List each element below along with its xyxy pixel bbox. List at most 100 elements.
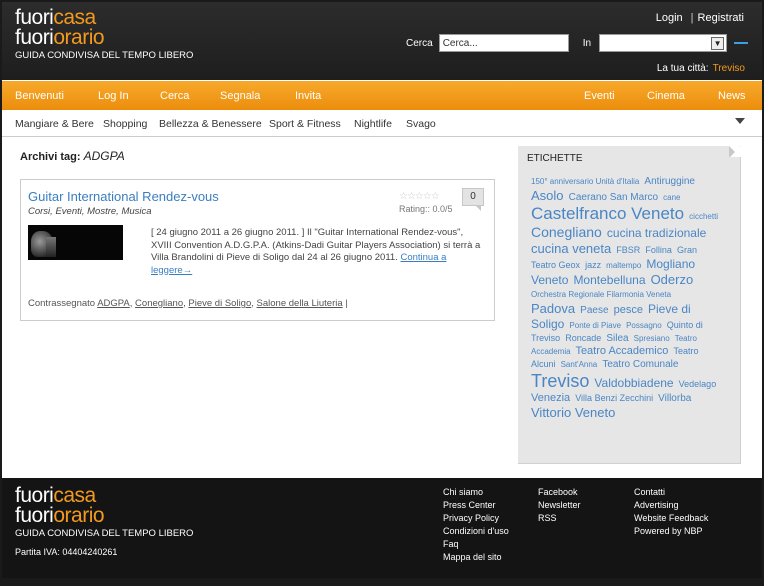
- post-rating: ☆☆☆☆☆ Rating:: 0.0/5: [399, 191, 453, 214]
- tag-cloud-link[interactable]: Venezia: [531, 392, 570, 404]
- subnav-item-sport[interactable]: Sport & Fitness: [269, 118, 341, 130]
- tag-cloud-link[interactable]: cucina veneta: [531, 241, 611, 256]
- footer-link-newsletter[interactable]: Newsletter: [538, 499, 581, 512]
- footer-link-press[interactable]: Press Center: [443, 499, 509, 512]
- search-input[interactable]: [438, 34, 569, 52]
- tag-cloud-link[interactable]: maltempo: [606, 261, 641, 270]
- tag-cloud-link[interactable]: Oderzo: [651, 272, 694, 287]
- tag-cloud-link[interactable]: Spresiano: [634, 334, 670, 343]
- footer-links-contact: Contatti Advertising Website Feedback Po…: [634, 486, 708, 538]
- nav-item-news[interactable]: News: [718, 90, 746, 102]
- tag-link[interactable]: Pieve di Soligo: [188, 298, 251, 309]
- footer-link-chi-siamo[interactable]: Chi siamo: [443, 486, 509, 499]
- chevron-down-icon[interactable]: ▼: [711, 37, 725, 50]
- nav-item-eventi[interactable]: Eventi: [584, 90, 615, 102]
- tag-cloud-link[interactable]: cane: [663, 193, 680, 202]
- tag-cloud-link[interactable]: Vedelago: [679, 379, 717, 389]
- tag-cloud-link[interactable]: Sant'Anna: [561, 360, 598, 369]
- tag-cloud-link[interactable]: Antiruggine: [644, 176, 695, 187]
- subnav-item-nightlife[interactable]: Nightlife: [354, 118, 392, 130]
- tag-cloud-link[interactable]: Valdobbiadene: [594, 376, 673, 390]
- tag-cloud-link[interactable]: pesce: [614, 304, 643, 316]
- tag-cloud-link[interactable]: Villa Benzi Zecchini: [575, 393, 653, 403]
- tag-cloud-link[interactable]: Treviso: [531, 371, 589, 391]
- tag-cloud-link[interactable]: Castelfranco Veneto: [531, 204, 684, 223]
- tag-cloud-link[interactable]: Possagno: [626, 321, 662, 330]
- footer-link-facebook[interactable]: Facebook: [538, 486, 581, 499]
- tag-cloud-link[interactable]: FBSR: [616, 245, 640, 255]
- nav-item-segnala[interactable]: Segnala: [220, 90, 260, 102]
- post-thumbnail[interactable]: [28, 225, 123, 260]
- tag-sidebar: ETICHETTE 150° anniversario Unità d'Ital…: [518, 146, 741, 464]
- corner-fold: [729, 146, 740, 157]
- login-link[interactable]: Login: [656, 12, 683, 24]
- register-link[interactable]: Registrati: [698, 12, 744, 24]
- comment-count-badge[interactable]: 0: [462, 188, 484, 211]
- tag-cloud-link[interactable]: Teatro Comunale: [602, 359, 678, 370]
- subnav-item-bellezza[interactable]: Bellezza & Benessere: [159, 118, 262, 130]
- logo-part: fuori: [15, 26, 54, 49]
- post-title-link[interactable]: Guitar International Rendez-vous: [28, 189, 219, 204]
- footer-logo[interactable]: fuoricasa fuoriorario GUIDA CONDIVISA DE…: [15, 485, 194, 539]
- tag-cloud-link[interactable]: Caerano San Marco: [569, 192, 659, 203]
- tag-cloud-link[interactable]: Conegliano: [531, 224, 602, 240]
- tag-link[interactable]: Salone della Liuteria: [257, 298, 343, 309]
- tag-link[interactable]: Conegliano: [135, 298, 183, 309]
- subnav-item-shopping[interactable]: Shopping: [103, 118, 147, 130]
- tags-prefix: Contrassegnato: [28, 298, 96, 309]
- search-go-icon[interactable]: [734, 42, 749, 44]
- nav-item-benvenuti[interactable]: Benvenuti: [15, 90, 64, 102]
- city-label: La tua città:: [656, 63, 709, 74]
- footer-tagline: GUIDA CONDIVISA DEL TEMPO LIBERO: [15, 528, 194, 539]
- subnav-item-svago[interactable]: Svago: [406, 118, 436, 130]
- tag-cloud-link[interactable]: cicchetti: [689, 212, 718, 221]
- site-logo[interactable]: fuoricasa fuoriorario GUIDA CONDIVISA DE…: [15, 7, 194, 61]
- tag-cloud-link[interactable]: Asolo: [531, 188, 564, 203]
- tag-cloud-link[interactable]: Silea: [606, 333, 628, 344]
- tag-cloud-link[interactable]: Vittorio Veneto: [531, 405, 615, 420]
- tag-cloud-link[interactable]: Follina: [645, 245, 672, 255]
- tag-cloud-link[interactable]: Paese: [580, 305, 608, 316]
- site-footer: fuoricasa fuoriorario GUIDA CONDIVISA DE…: [2, 478, 762, 578]
- tag-cloud-link[interactable]: Roncade: [565, 333, 601, 343]
- footer-link-condizioni[interactable]: Condizioni d'uso: [443, 525, 509, 538]
- main-nav: Benvenuti Log In Cerca Segnala Invita Ev…: [2, 81, 762, 110]
- post-excerpt: [ 24 giugno 2011 a 26 giugno 2011. ] Il …: [151, 227, 484, 277]
- footer-link-rss[interactable]: RSS: [538, 512, 581, 525]
- footer-link-powered[interactable]: Powered by NBP: [634, 525, 708, 538]
- subnav-item-mangiare[interactable]: Mangiare & Bere: [15, 118, 94, 130]
- footer-link-sitemap[interactable]: Mappa del sito: [443, 551, 509, 564]
- footer-link-feedback[interactable]: Website Feedback: [634, 512, 708, 525]
- tag-cloud-link[interactable]: cucina tradizionale: [607, 226, 706, 240]
- nav-item-invita[interactable]: Invita: [295, 90, 321, 102]
- search-label: Cerca: [406, 37, 433, 49]
- nav-item-cinema[interactable]: Cinema: [647, 90, 685, 102]
- tag-cloud-link[interactable]: jazz: [585, 260, 601, 270]
- tag-cloud-link[interactable]: Orchestra Regionale Filarmonia Veneta: [531, 290, 671, 299]
- nav-item-login[interactable]: Log In: [98, 90, 129, 102]
- tag-cloud-link[interactable]: Ponte di Piave: [569, 321, 621, 330]
- page-title: Archivi tag: ADGPA: [20, 149, 125, 163]
- footer-link-faq[interactable]: Faq: [443, 538, 509, 551]
- rating-label: Rating:: 0.0/5: [399, 204, 453, 214]
- nav-item-cerca[interactable]: Cerca: [160, 90, 189, 102]
- separator: |: [690, 12, 694, 24]
- tag-cloud-link[interactable]: Montebelluna: [573, 273, 645, 287]
- tag-cloud-link[interactable]: Teatro Accademico: [575, 345, 668, 357]
- tag-cloud-link[interactable]: 150° anniversario Unità d'Italia: [531, 177, 639, 186]
- footer-link-privacy[interactable]: Privacy Policy: [443, 512, 509, 525]
- expand-menu-icon[interactable]: [735, 118, 745, 124]
- category-nav: Mangiare & Bere Shopping Bellezza & Bene…: [2, 110, 762, 137]
- footer-link-contatti[interactable]: Contatti: [634, 486, 708, 499]
- rating-stars-icon[interactable]: ☆☆☆☆☆: [399, 191, 440, 202]
- tag-cloud-link[interactable]: Villorba: [658, 393, 691, 404]
- city-value-link[interactable]: Treviso: [713, 63, 745, 74]
- logo-tagline: GUIDA CONDIVISA DEL TEMPO LIBERO: [15, 50, 194, 61]
- sidebar-title: ETICHETTE: [527, 153, 583, 164]
- footer-links-info: Chi siamo Press Center Privacy Policy Co…: [443, 486, 509, 564]
- tag-cloud-link[interactable]: Padova: [531, 301, 575, 316]
- tag-link[interactable]: ADGPA: [97, 298, 130, 309]
- footer-link-advertising[interactable]: Advertising: [634, 499, 708, 512]
- category-select[interactable]: ▼: [599, 34, 728, 52]
- post-tags: Contrassegnato ADGPA, Conegliano, Pieve …: [28, 298, 348, 309]
